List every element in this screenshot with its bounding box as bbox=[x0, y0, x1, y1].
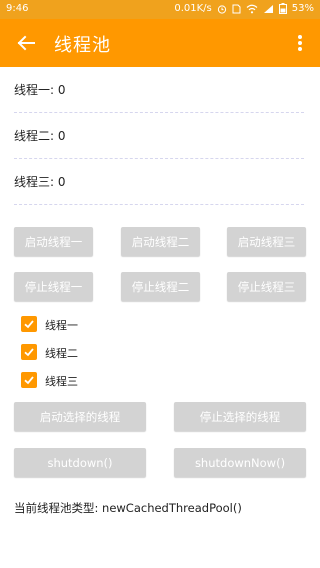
checkmark-icon bbox=[24, 348, 34, 357]
thread-1-checkbox[interactable] bbox=[21, 316, 37, 332]
status-bar: 9:46 0.01K/s 53% bbox=[0, 0, 320, 19]
start-thread-1-button[interactable]: 启动线程一 bbox=[14, 227, 93, 256]
stop-thread-1-button[interactable]: 停止线程一 bbox=[14, 272, 93, 301]
start-thread-2-button[interactable]: 启动线程二 bbox=[121, 227, 200, 256]
thread-row-2: 线程二: 0 bbox=[14, 113, 304, 159]
thread-row-1: 线程一: 0 bbox=[14, 67, 304, 113]
more-vertical-icon[interactable] bbox=[290, 33, 310, 53]
status-right: 0.01K/s 53% bbox=[174, 3, 314, 14]
thread-2-status: 线程二: 0 bbox=[14, 129, 66, 143]
battery-percent: 53% bbox=[291, 3, 314, 14]
stop-selected-button[interactable]: 停止选择的线程 bbox=[174, 402, 306, 431]
checkmark-icon bbox=[24, 320, 34, 329]
thread-3-checkbox[interactable] bbox=[21, 372, 37, 388]
net-speed: 0.01K/s bbox=[174, 3, 212, 14]
start-selected-button[interactable]: 启动选择的线程 bbox=[14, 402, 146, 431]
thread-2-checkbox[interactable] bbox=[21, 344, 37, 360]
alarm-icon bbox=[217, 4, 227, 14]
wifi-icon bbox=[246, 4, 258, 14]
status-time: 9:46 bbox=[6, 3, 29, 14]
thread-3-checkbox-label: 线程三 bbox=[45, 375, 78, 388]
arrow-left-icon[interactable] bbox=[14, 31, 38, 55]
shutdown-button[interactable]: shutdown() bbox=[14, 448, 146, 477]
thread-1-status: 线程一: 0 bbox=[14, 83, 66, 97]
checkmark-icon bbox=[24, 376, 34, 385]
thread-2-checkbox-label: 线程二 bbox=[45, 347, 78, 360]
start-thread-3-button[interactable]: 启动线程三 bbox=[227, 227, 306, 256]
stop-thread-3-button[interactable]: 停止线程三 bbox=[227, 272, 306, 301]
thread-3-status: 线程三: 0 bbox=[14, 175, 66, 189]
signal-icon bbox=[263, 4, 274, 14]
battery-icon bbox=[278, 3, 287, 14]
thread-row-3: 线程三: 0 bbox=[14, 159, 304, 205]
stop-thread-2-button[interactable]: 停止线程二 bbox=[121, 272, 200, 301]
app-toolbar: 线程池 bbox=[0, 19, 320, 67]
shutdown-now-button[interactable]: shutdownNow() bbox=[174, 448, 306, 477]
sim-icon bbox=[232, 4, 241, 14]
pool-type-label: 当前线程池类型: newCachedThreadPool() bbox=[14, 501, 242, 515]
thread-1-checkbox-label: 线程一 bbox=[45, 319, 78, 332]
page-title: 线程池 bbox=[54, 35, 111, 56]
